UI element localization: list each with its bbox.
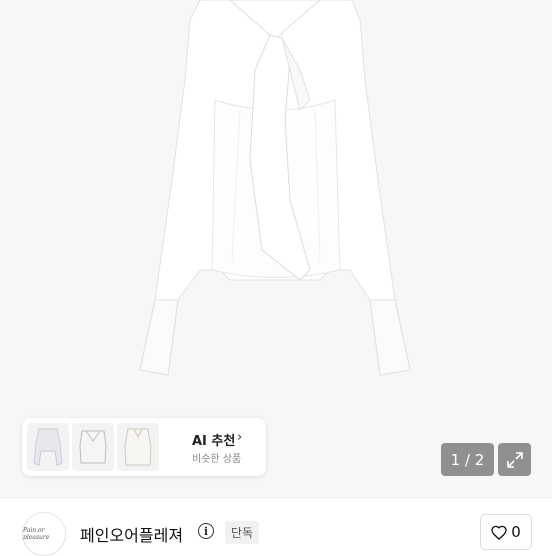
recommend-thumbnail[interactable] [72,423,114,471]
expand-icon [506,451,523,468]
like-button[interactable]: 0 [480,514,532,550]
exclusive-badge: 단독 [225,521,260,544]
info-icon[interactable]: i [198,523,214,539]
avatar-logo-text: Pain or pleasure [23,527,50,541]
heart-icon [491,525,507,540]
expand-button[interactable] [498,443,531,476]
like-count: 0 [511,523,521,541]
recommend-thumbnail[interactable] [27,423,69,471]
shop-avatar[interactable]: Pain or pleasure [22,512,66,556]
divider [0,497,552,498]
chevron-right-icon: › [237,430,243,445]
recommend-thumbnail[interactable] [117,423,159,471]
ai-recommend-subtitle: 비슷한 상품 [192,454,242,465]
image-pager: 1 / 2 [441,443,494,476]
ai-recommend-title: AI 추천 [192,434,236,449]
ai-recommend-card[interactable]: AI 추천 › 비슷한 상품 [22,418,266,476]
shop-name[interactable]: 페인오어플레져 [80,522,183,546]
product-image-gallery[interactable]: AI 추천 › 비슷한 상품 1 / 2 [0,0,552,497]
